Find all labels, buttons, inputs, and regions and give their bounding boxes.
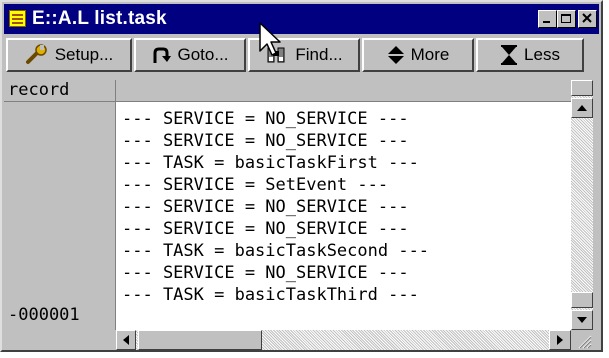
setup-label: Setup...	[54, 45, 114, 64]
title-bar[interactable]: E::A.L list.task	[4, 4, 599, 34]
record-column-header[interactable]: record	[4, 80, 116, 102]
wrench-icon	[25, 44, 49, 66]
maximize-button[interactable]	[557, 10, 576, 28]
maximize-icon	[561, 14, 571, 23]
vertical-scroll-thumb[interactable]	[571, 292, 593, 308]
resize-grip[interactable]	[571, 330, 593, 350]
less-label: Less	[524, 45, 560, 64]
trace-text-area[interactable]: --- SERVICE = NO_SERVICE --- --- SERVICE…	[116, 102, 571, 330]
mouse-pointer-icon	[259, 22, 281, 56]
minimize-icon	[543, 21, 550, 23]
goto-arrow-icon	[151, 45, 172, 65]
window-title: E::A.L list.task	[32, 8, 167, 29]
record-gutter: -000001	[4, 102, 116, 330]
goto-button[interactable]: Goto...	[134, 38, 246, 72]
goto-label: Goto...	[177, 45, 229, 64]
scroll-left-button[interactable]	[116, 330, 136, 350]
horizontal-scroll-thumb[interactable]	[138, 330, 262, 350]
up-down-arrows-icon	[387, 45, 405, 65]
less-button[interactable]: Less	[476, 38, 584, 72]
scroll-right-button[interactable]	[549, 330, 571, 350]
trace-line: --- TASK = basicTaskSecond ---	[122, 241, 430, 261]
close-button[interactable]	[578, 10, 597, 28]
listing-panel: record -000001 --- SERVICE = NO_SERVICE …	[4, 80, 599, 350]
trace-line: --- SERVICE = SetEvent ---	[122, 175, 389, 195]
setup-button[interactable]: Setup...	[6, 38, 132, 72]
trace-line: --- SERVICE = NO_SERVICE ---	[122, 131, 409, 151]
trace-line: --- SERVICE = NO_SERVICE ---	[122, 263, 409, 283]
arrow-right-icon	[557, 335, 563, 345]
close-icon	[582, 13, 592, 23]
vertical-scrollbar[interactable]	[571, 80, 593, 330]
data-column-header[interactable]	[116, 80, 571, 102]
arrow-down-icon	[577, 317, 587, 323]
window-app-icon[interactable]	[9, 10, 26, 27]
vertical-scroll-thumb-top[interactable]	[571, 80, 593, 96]
trace-line: --- SERVICE = NO_SERVICE ---	[122, 109, 409, 129]
trace-line: --- SERVICE = NO_SERVICE ---	[122, 219, 409, 239]
scroll-up-button[interactable]	[571, 98, 593, 118]
trace-line: --- TASK = basicTaskFirst ---	[122, 153, 419, 173]
minimize-button[interactable]	[538, 10, 557, 28]
hourglass-icon	[500, 45, 518, 65]
record-number: -000001	[8, 305, 80, 325]
trace-line: --- TASK = basicTaskThird ---	[122, 285, 419, 305]
resize-grip-icon	[578, 335, 592, 349]
trace-line: --- SERVICE = NO_SERVICE ---	[122, 197, 409, 217]
trace-list-window: E::A.L list.task Setup... Goto... Find..…	[0, 0, 603, 352]
find-label: Find...	[295, 45, 343, 64]
arrow-up-icon	[577, 105, 587, 111]
toolbar: Setup... Goto... Find... More Less	[4, 36, 599, 78]
horizontal-scrollbar[interactable]	[116, 330, 571, 350]
scroll-down-button[interactable]	[571, 310, 593, 330]
more-button[interactable]: More	[362, 38, 474, 72]
more-label: More	[410, 45, 450, 64]
arrow-left-icon	[123, 335, 129, 345]
